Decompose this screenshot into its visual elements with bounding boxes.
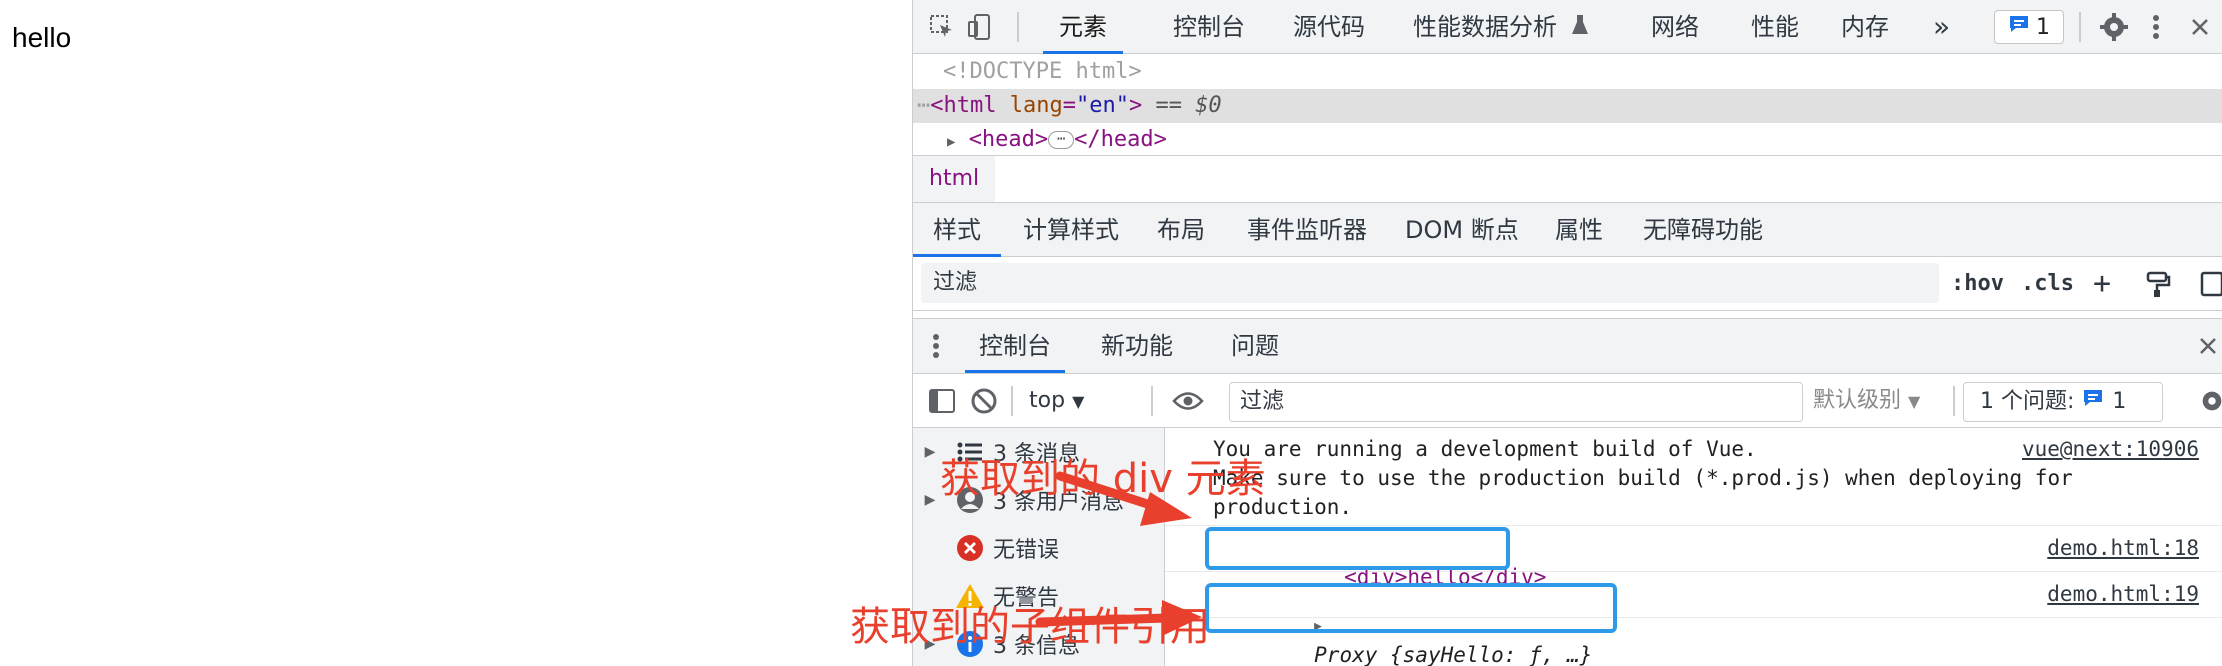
annotation-div-label: 获取到的 div 元素 <box>940 456 1266 502</box>
annotation-arrows <box>1035 471 1202 636</box>
annotation-child-ref-label: 获取到的子组件引用 <box>850 604 1210 650</box>
